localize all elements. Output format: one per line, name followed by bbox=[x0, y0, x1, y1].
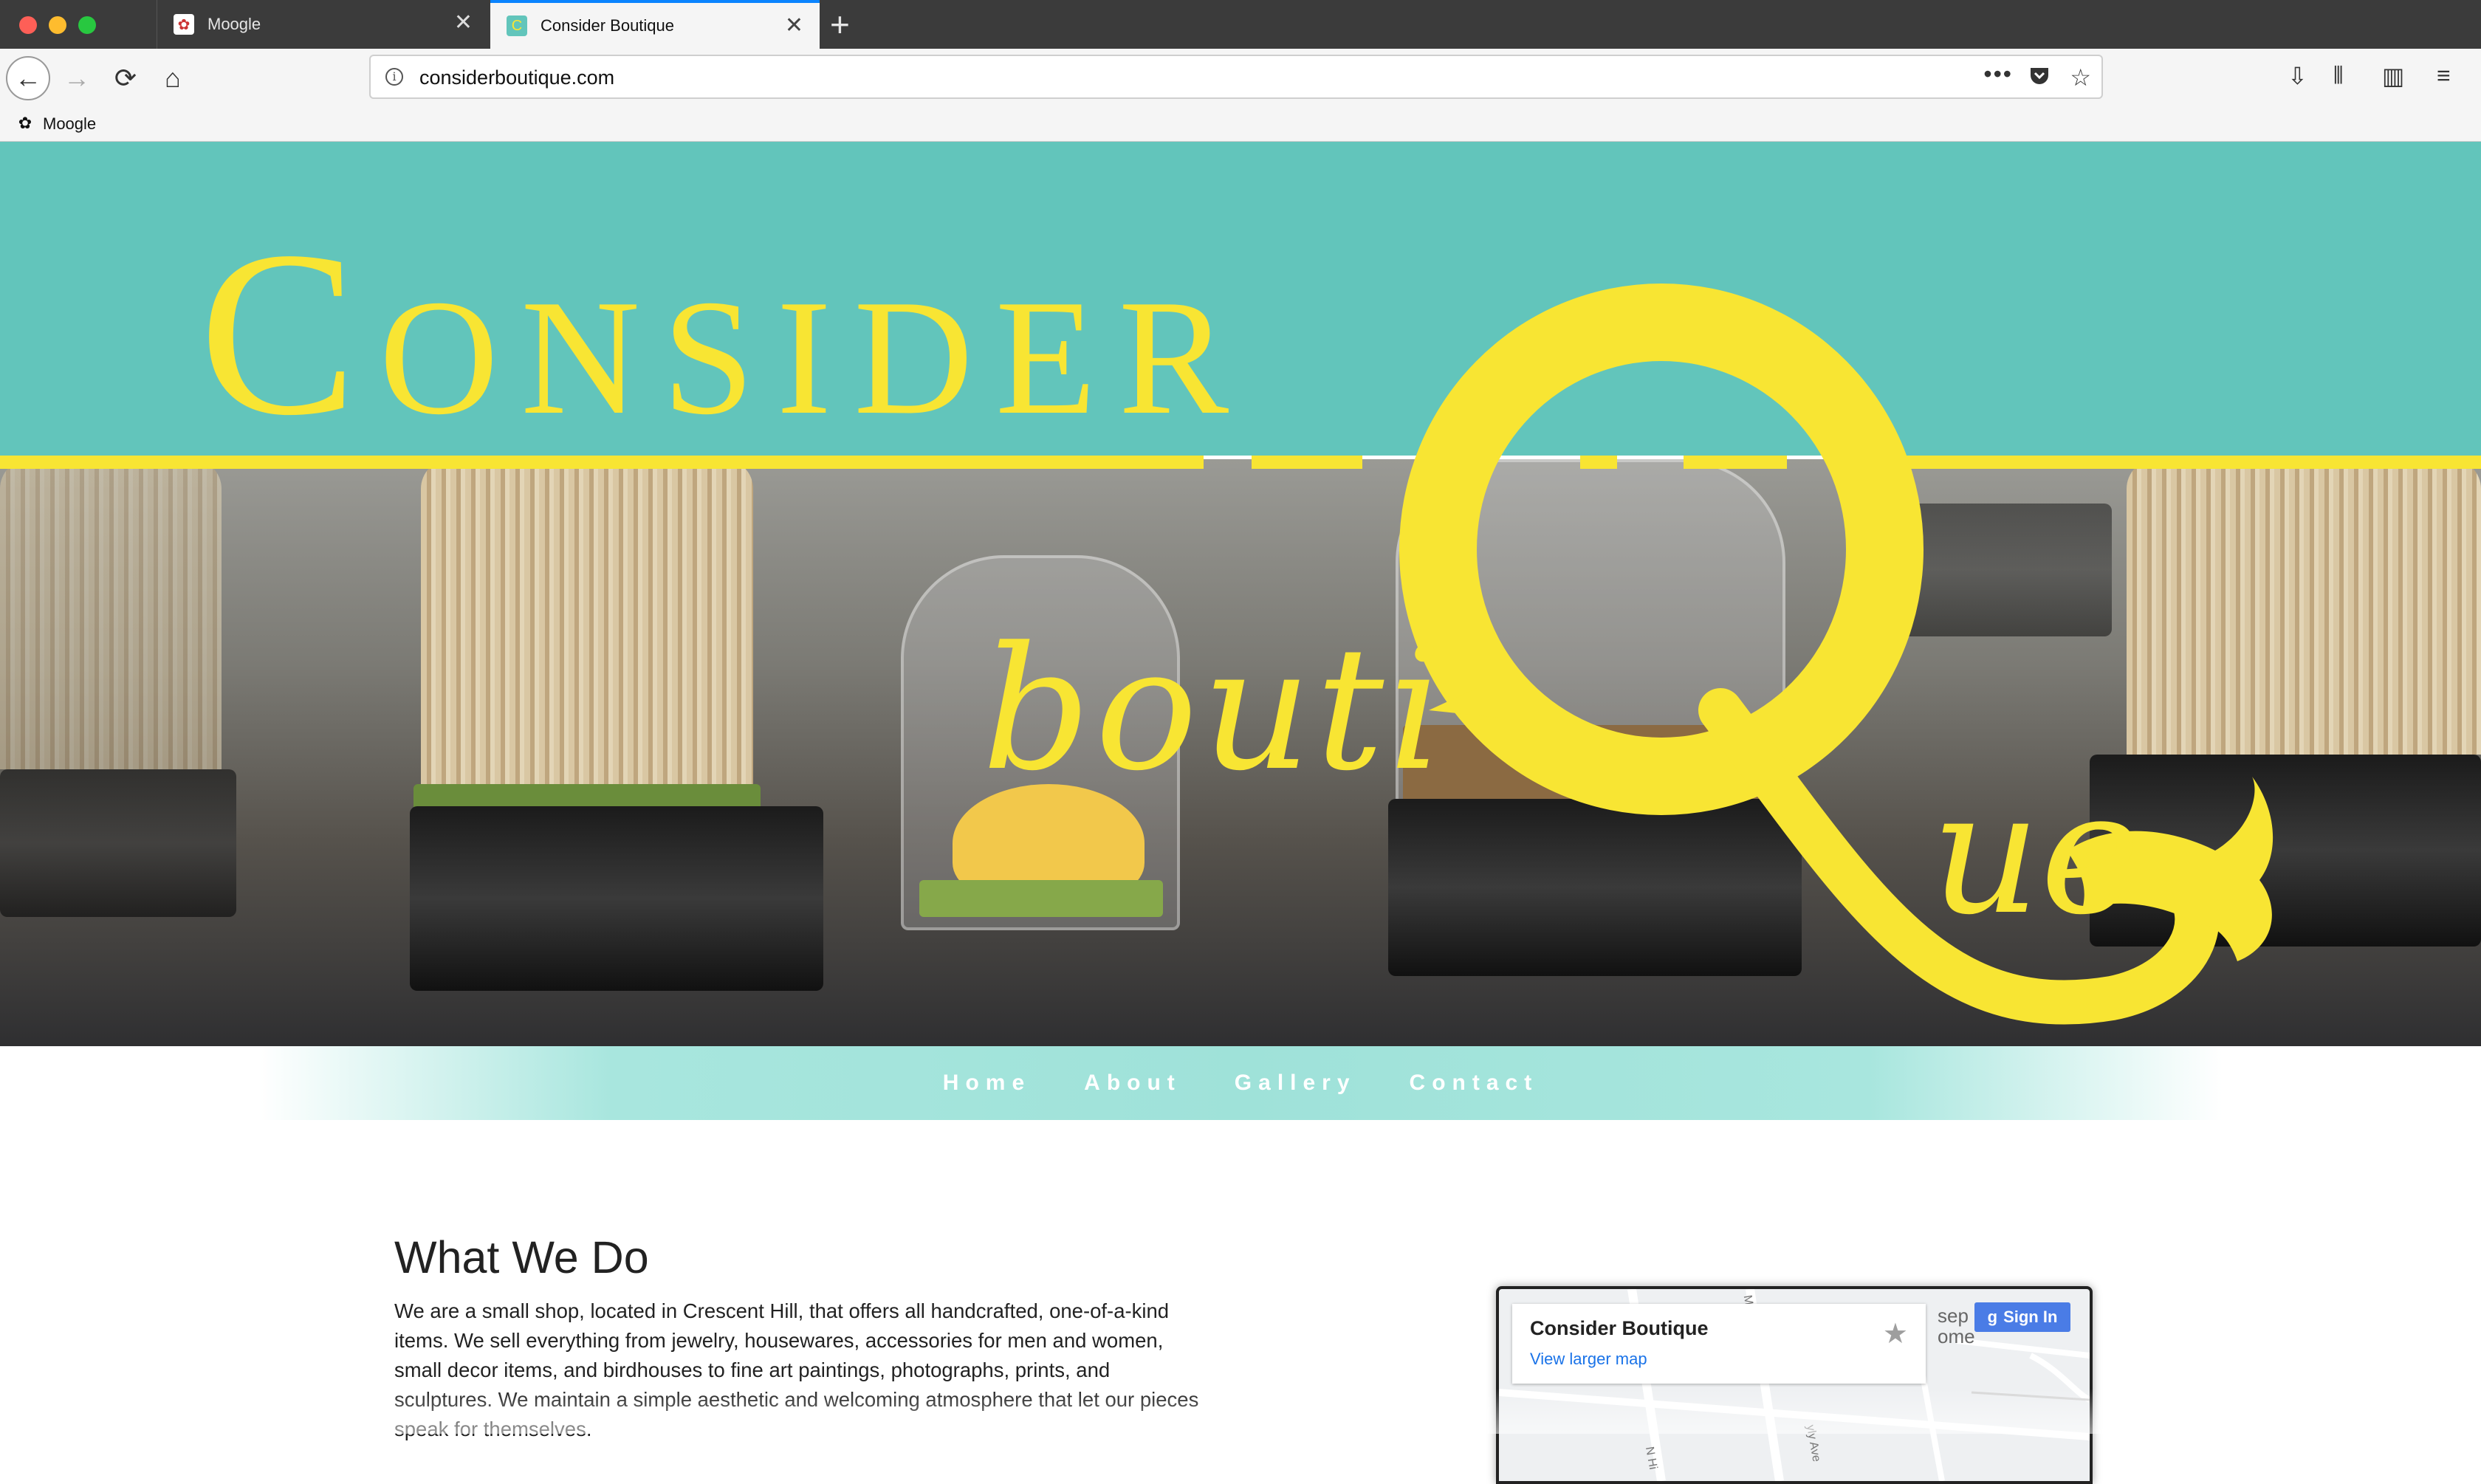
hero-banner: Consider bouti ue bbox=[0, 142, 2481, 1046]
map-signin-button[interactable]: g Sign In bbox=[1974, 1302, 2070, 1332]
new-tab-plus-icon[interactable]: + bbox=[830, 4, 850, 44]
section-title: What We Do bbox=[394, 1232, 649, 1282]
tab-title: Moogle bbox=[207, 15, 261, 33]
downloads-icon[interactable]: ⇩ bbox=[2288, 62, 2307, 90]
bottom-fade bbox=[0, 1388, 2481, 1434]
site-nav-menu: Home About Gallery Contact bbox=[258, 1046, 2223, 1120]
tab-title: Consider Boutique bbox=[541, 16, 675, 35]
logo-boutique-text: bouti bbox=[982, 611, 1447, 808]
reload-icon[interactable]: ⟳ bbox=[103, 56, 148, 100]
nav-gallery-link[interactable]: Gallery bbox=[1235, 1071, 1356, 1096]
forward-arrow-icon[interactable]: → bbox=[55, 56, 99, 100]
moogle-icon: ✿ bbox=[18, 114, 32, 132]
hamburger-menu-icon[interactable]: ≡ bbox=[2437, 62, 2451, 89]
close-icon[interactable]: ✕ bbox=[454, 12, 473, 34]
map-snippet-line: ome bbox=[1938, 1325, 1975, 1347]
section-body-text: We are a small shop, located in Crescent… bbox=[394, 1299, 1199, 1440]
embedded-map[interactable]: N Hi yly Ave M sep ome Consider Boutique… bbox=[1496, 1286, 2093, 1484]
library-icon[interactable]: ⫴ bbox=[2333, 62, 2343, 90]
moogle-icon: ✿ bbox=[174, 14, 194, 35]
nav-contact-link[interactable]: Contact bbox=[1410, 1071, 1539, 1096]
tab-bar: ✿ Moogle ✕ C Consider Boutique ✕ + bbox=[0, 0, 2481, 49]
more-actions-icon[interactable]: ••• bbox=[1983, 61, 2013, 88]
google-g-icon: g bbox=[1987, 1308, 1998, 1326]
signin-label: Sign In bbox=[2003, 1308, 2058, 1326]
save-star-icon[interactable]: ★ bbox=[1883, 1317, 1908, 1350]
consider-favicon-icon: C bbox=[507, 16, 527, 36]
navigation-toolbar: ← → ⟳ ⌂ i considerboutique.com ••• ☆ ⇩ ⫴… bbox=[0, 49, 2481, 108]
nav-home-link[interactable]: Home bbox=[943, 1071, 1031, 1096]
home-icon[interactable]: ⌂ bbox=[151, 56, 195, 100]
map-place-name: Consider Boutique bbox=[1530, 1317, 1709, 1339]
back-arrow-icon[interactable]: ← bbox=[6, 56, 50, 100]
bookmark-star-icon[interactable]: ☆ bbox=[2070, 63, 2091, 92]
map-snippet-line: sep bbox=[1938, 1305, 1969, 1327]
view-larger-map-link[interactable]: View larger map bbox=[1530, 1350, 1647, 1369]
map-place-card: Consider Boutique View larger map ★ bbox=[1512, 1304, 1926, 1384]
nav-about-link[interactable]: About bbox=[1084, 1071, 1181, 1096]
bookmarks-toolbar: ✿ Moogle bbox=[0, 108, 2481, 142]
logo-ue-text: ue bbox=[1931, 755, 2141, 952]
tab-moogle[interactable]: ✿ Moogle ✕ bbox=[157, 0, 489, 49]
bookmark-label: Moogle bbox=[43, 114, 97, 133]
tab-consider-boutique[interactable]: C Consider Boutique ✕ bbox=[490, 0, 820, 49]
maximize-window-button[interactable] bbox=[78, 16, 96, 34]
url-text[interactable]: considerboutique.com bbox=[419, 66, 614, 89]
url-bar[interactable]: i considerboutique.com ••• ☆ bbox=[369, 55, 2103, 99]
info-icon[interactable]: i bbox=[385, 68, 403, 86]
sidebar-icon[interactable]: ▥ bbox=[2382, 62, 2404, 90]
map-snippet-text: sep ome bbox=[1938, 1305, 1975, 1347]
pocket-icon[interactable] bbox=[2028, 63, 2051, 93]
minimize-window-button[interactable] bbox=[49, 16, 66, 34]
bookmark-moogle[interactable]: ✿ Moogle bbox=[15, 114, 96, 134]
close-icon[interactable]: ✕ bbox=[785, 15, 803, 37]
close-window-button[interactable] bbox=[19, 16, 37, 34]
